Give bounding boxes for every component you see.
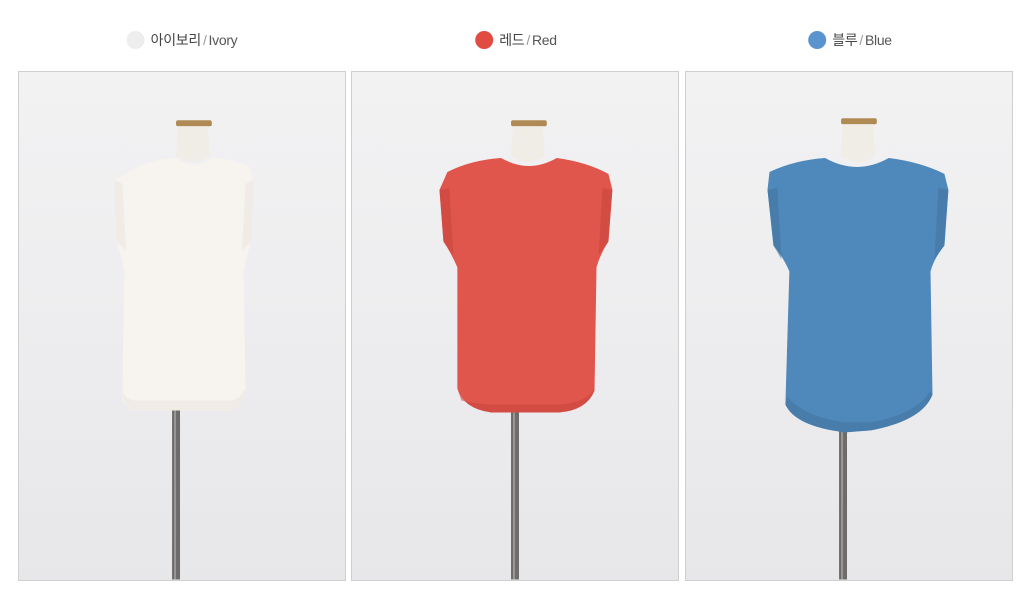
english-name: Red xyxy=(531,32,557,48)
red-swatch-icon xyxy=(475,31,494,49)
english-name: Ivory xyxy=(208,32,238,48)
color-label-text: 레드 / Red xyxy=(499,30,557,50)
color-label-text: 블루 / Blue xyxy=(832,30,892,50)
color-labels-row: 아이보리 / Ivory 레드 / Red 블루 / Blue xyxy=(0,28,1032,52)
ivory-swatch-icon xyxy=(126,31,145,49)
product-photo-ivory xyxy=(18,71,346,581)
shirt-shape xyxy=(767,158,949,433)
product-photo-red xyxy=(351,71,679,581)
color-options-page: 아이보리 / Ivory 레드 / Red 블루 / Blue xyxy=(0,0,1032,604)
product-photo-blue xyxy=(685,71,1013,581)
separator: / xyxy=(202,32,207,48)
separator: / xyxy=(526,32,530,48)
color-label-blue: 블루 / Blue xyxy=(808,28,892,52)
korean-name: 아이보리 xyxy=(150,32,202,48)
sleeveless-top-red-image xyxy=(439,120,613,580)
shirt-shape xyxy=(439,158,613,413)
color-label-red: 레드 / Red xyxy=(475,28,557,52)
shirt-shape xyxy=(114,158,254,411)
sleeveless-top-ivory-image xyxy=(114,120,254,580)
color-label-text: 아이보리 / Ivory xyxy=(151,30,238,50)
separator: / xyxy=(859,32,863,48)
english-name: Blue xyxy=(864,32,892,48)
korean-name: 레드 xyxy=(499,32,525,48)
sleeveless-top-blue-image xyxy=(767,118,949,580)
korean-name: 블루 xyxy=(832,32,858,48)
blue-swatch-icon xyxy=(808,31,827,49)
color-label-ivory: 아이보리 / Ivory xyxy=(126,28,238,52)
